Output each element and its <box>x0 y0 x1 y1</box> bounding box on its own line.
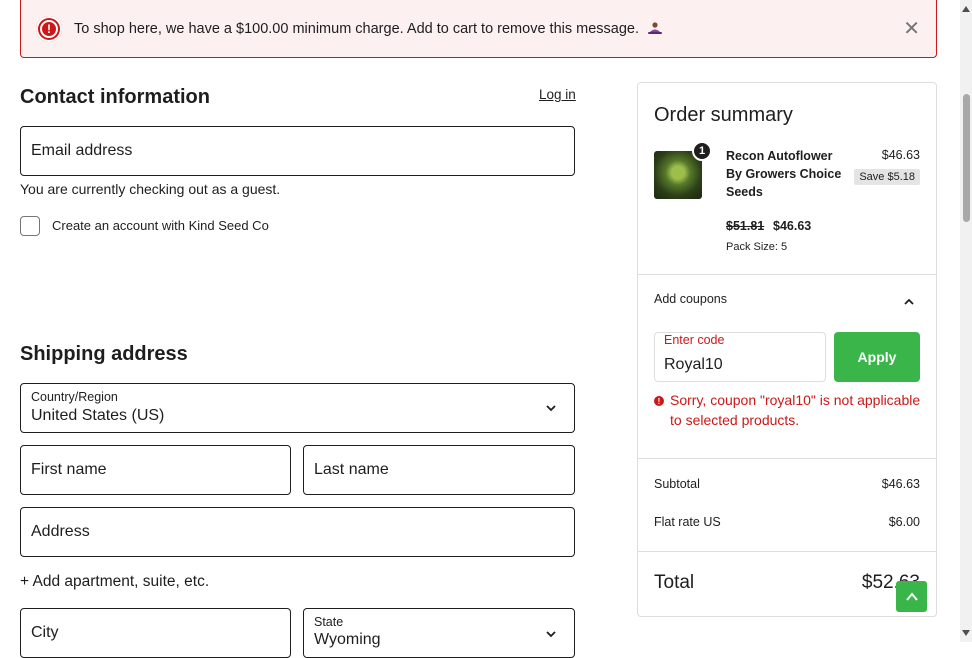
create-account-checkbox[interactable] <box>20 216 40 236</box>
chevron-up-icon <box>905 591 918 601</box>
login-link[interactable]: Log in <box>539 87 576 102</box>
chevron-down-icon <box>546 405 556 412</box>
page-scrollbar[interactable] <box>960 0 972 642</box>
subtotal-value: $46.63 <box>881 477 920 491</box>
coupon-error-text: Sorry, coupon "royal10" is not applicabl… <box>670 392 921 428</box>
back-to-top-button[interactable] <box>896 581 927 612</box>
state-label: State <box>314 615 344 629</box>
total-label: Total <box>654 572 695 593</box>
product-name: Recon Autoflower By Growers Choice Seeds <box>726 149 842 199</box>
pack-size: Pack Size: 5 <box>726 241 788 253</box>
add-coupons-toggle[interactable]: Add coupons <box>654 292 727 306</box>
city-placeholder: City <box>31 624 59 641</box>
shipping-rate-label: Flat rate US <box>654 515 721 529</box>
person-in-lotus-icon <box>648 21 663 34</box>
address-field[interactable]: Address <box>20 507 575 557</box>
chevron-up-icon[interactable] <box>902 295 916 309</box>
error-icon: ! <box>36 15 62 42</box>
divider <box>638 551 936 552</box>
state-value: Wyoming <box>314 631 381 648</box>
coupon-value: Royal10 <box>664 356 723 373</box>
city-field[interactable]: City <box>20 608 291 658</box>
save-badge: Save $5.18 <box>854 169 920 185</box>
coupon-field-label: Enter code <box>664 333 725 347</box>
address-placeholder: Address <box>31 523 90 540</box>
coupon-error: ! Sorry, coupon "royal10" is not applica… <box>654 390 922 430</box>
email-field[interactable]: Email address <box>20 126 575 176</box>
regular-price: $51.81 <box>726 219 765 233</box>
scroll-up-arrow-icon[interactable] <box>962 6 970 12</box>
add-apartment-link[interactable]: + Add apartment, suite, etc. <box>20 573 209 591</box>
chevron-down-icon <box>546 631 556 638</box>
apply-coupon-button[interactable]: Apply <box>834 332 920 382</box>
order-summary-title: Order summary <box>654 104 793 126</box>
last-name-placeholder: Last name <box>314 461 389 478</box>
error-icon: ! <box>654 396 664 406</box>
notice-message: To shop here, we have a $100.00 minimum … <box>74 21 903 37</box>
subtotal-label: Subtotal <box>654 477 700 491</box>
minimum-charge-notice: ! To shop here, we have a $100.00 minimu… <box>20 0 937 58</box>
quantity-badge: 1 <box>692 141 712 161</box>
state-select[interactable]: State Wyoming <box>303 608 575 658</box>
close-icon[interactable]: ✕ <box>903 19 920 39</box>
country-select[interactable]: Country/Region United States (US) <box>20 383 575 433</box>
guest-checkout-text: You are currently checking out as a gues… <box>20 181 281 197</box>
sale-price: $46.63 <box>773 219 812 233</box>
contact-title: Contact information <box>20 86 210 108</box>
first-name-placeholder: First name <box>31 461 107 478</box>
first-name-field[interactable]: First name <box>20 445 291 495</box>
coupon-code-input[interactable]: Enter code Royal10 <box>654 332 826 382</box>
divider <box>638 458 936 459</box>
shipping-title: Shipping address <box>20 343 188 365</box>
create-account-label[interactable]: Create an account with Kind Seed Co <box>52 218 269 233</box>
order-summary: Order summary 1 Recon Autoflower By Grow… <box>637 82 937 617</box>
scrollbar-thumb[interactable] <box>963 94 970 222</box>
divider <box>638 274 936 275</box>
last-name-field[interactable]: Last name <box>303 445 575 495</box>
shipping-rate-value: $6.00 <box>888 515 920 529</box>
country-value: United States (US) <box>31 407 165 424</box>
scroll-down-arrow-icon[interactable] <box>962 630 970 636</box>
product-price: $46.63 <box>881 148 920 162</box>
country-label: Country/Region <box>31 390 118 404</box>
email-placeholder: Email address <box>31 142 133 159</box>
